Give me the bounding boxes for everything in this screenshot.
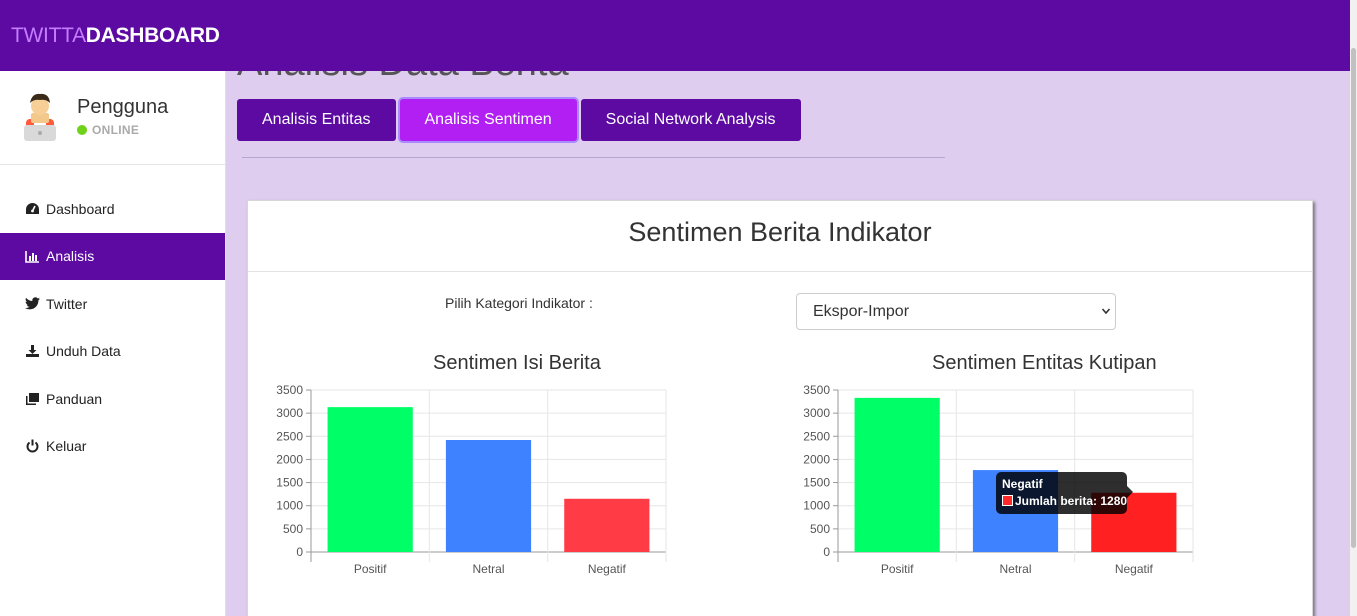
sidebar-item-label: Panduan [46, 390, 103, 407]
chart-title-entitas-kutipan: Sentimen Entitas Kutipan [932, 352, 1157, 374]
category-select-value: Ekspor-Impor [813, 303, 910, 320]
x-tick-label: Netral [999, 562, 1031, 576]
y-tick-label: 3000 [803, 406, 830, 420]
sidebar-item-analisis[interactable]: Analisis [0, 232, 225, 280]
twitter-icon [24, 296, 40, 312]
chart-title-isi-berita: Sentimen Isi Berita [433, 352, 601, 374]
tooltip-title: Negatif [1002, 477, 1043, 491]
y-tick-label: 1500 [276, 476, 303, 490]
tooltip-swatch [1002, 495, 1013, 506]
sidebar-item-label: Twitter [46, 295, 88, 312]
tab-analisis-entitas[interactable]: Analisis Entitas [237, 99, 396, 141]
bar-positif [854, 397, 940, 552]
copy-icon [24, 391, 40, 407]
sidebar-item-label: Dashboard [46, 200, 115, 217]
x-tick-label: Negatif [588, 562, 627, 576]
bar-chart-isi-berita: 3500 3000 2500 2000 1500 1000 500 0 Positif Netra… [276, 383, 667, 576]
y-tick-label: 500 [283, 522, 303, 536]
brand-logo[interactable]: TWITTADASHBOARD [11, 24, 220, 48]
brand-part2: DASHBOARD [85, 24, 220, 47]
y-tick-label: 3500 [276, 383, 303, 397]
sidebar-item-label: Analisis [46, 248, 95, 265]
x-tick-label: Positif [881, 562, 914, 576]
bar-netral [445, 439, 532, 552]
sidebar-item-label: Keluar [46, 438, 87, 455]
y-tick-label: 2500 [276, 429, 303, 443]
page-scrollbar[interactable] [1350, 0, 1357, 616]
y-tick-label: 2500 [803, 429, 830, 443]
sidebar-item-unduh-data[interactable]: Unduh Data [0, 328, 225, 376]
chevron-down-icon [1101, 294, 1111, 344]
card-title: Sentimen Berita Indikator [248, 201, 1312, 272]
tooltip-line: Jumlah berita: 1280 [1002, 494, 1127, 508]
y-tick-label: 1000 [803, 499, 830, 513]
x-tick-label: Negatif [1115, 562, 1154, 576]
download-icon [24, 343, 40, 359]
bar-chart-entitas-kutipan: 3500 3000 2500 2000 1500 1000 500 0 Positif Netra… [803, 383, 1194, 576]
sidebar-nav: Dashboard Analisis Twitter Unduh Data Pa… [0, 185, 225, 470]
tab-social-network-analysis[interactable]: Social Network Analysis [580, 99, 801, 141]
tab-analisis-sentimen[interactable]: Analisis Sentimen [399, 99, 577, 141]
tooltip-value: 1280 [1100, 494, 1128, 508]
sentiment-card: Sentimen Berita Indikator Pilih Kategori… [247, 200, 1313, 616]
avatar [24, 93, 56, 141]
bar-negatif [564, 498, 650, 552]
online-dot-icon [77, 125, 87, 135]
user-status: ONLINE [77, 123, 139, 137]
bar-chart-icon [24, 248, 40, 264]
sidebar-item-panduan[interactable]: Panduan [0, 375, 225, 423]
analysis-tabs: Analisis Entitas Analisis Sentimen Socia… [237, 99, 805, 141]
y-tick-label: 3500 [803, 383, 830, 397]
sidebar: Pengguna ONLINE Dashboard Analisis Twitt… [0, 71, 226, 616]
top-navbar: TWITTADASHBOARD [0, 0, 1350, 71]
user-name: Pengguna [77, 96, 169, 118]
chart-tooltip: Negatif Jumlah berita: 1280 [996, 472, 1133, 514]
y-tick-label: 1000 [276, 499, 303, 513]
brand-part1: TWITTA [11, 24, 86, 47]
user-panel: Pengguna ONLINE [0, 71, 225, 165]
x-tick-label: Positif [354, 562, 387, 576]
dashboard-icon [24, 201, 40, 217]
header-divider [242, 157, 945, 158]
bar-positif [327, 407, 413, 552]
y-tick-label: 2000 [803, 452, 830, 466]
category-select-label: Pilih Kategori Indikator : [445, 295, 593, 311]
y-tick-label: 3000 [276, 406, 303, 420]
scrollbar-thumb[interactable] [1351, 48, 1356, 548]
sidebar-item-keluar[interactable]: Keluar [0, 423, 225, 471]
y-tick-label: 1500 [803, 476, 830, 490]
tooltip-label: Jumlah berita: [1015, 494, 1098, 508]
category-select[interactable]: Ekspor-Impor [796, 293, 1116, 330]
y-tick-label: 500 [810, 522, 830, 536]
user-status-label: ONLINE [92, 123, 140, 137]
y-tick-label: 0 [296, 545, 303, 559]
x-tick-label: Netral [472, 562, 504, 576]
sidebar-item-twitter[interactable]: Twitter [0, 280, 225, 328]
sidebar-item-dashboard[interactable]: Dashboard [0, 185, 225, 233]
sidebar-item-label: Unduh Data [46, 343, 121, 360]
power-icon [24, 438, 40, 454]
y-tick-label: 2000 [276, 452, 303, 466]
y-tick-label: 0 [823, 545, 830, 559]
